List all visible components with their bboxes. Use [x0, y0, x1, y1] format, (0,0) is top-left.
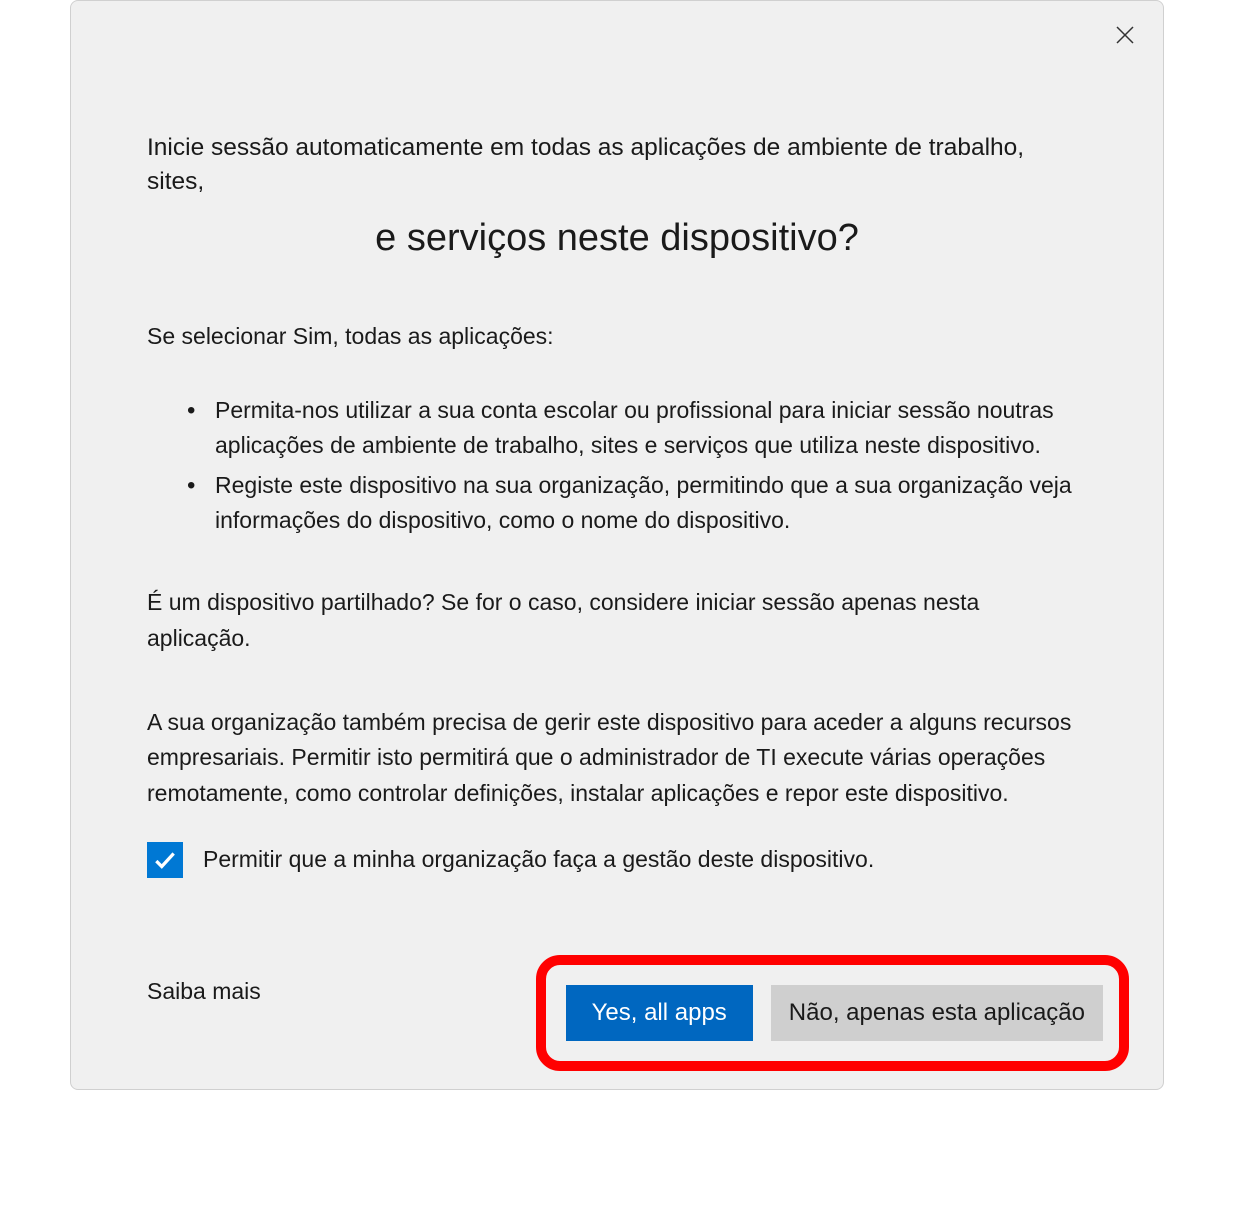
bullet-item: Permita-nos utilizar a sua conta escolar…: [187, 393, 1087, 462]
shared-device-text: É um dispositivo partilhado? Se for o ca…: [147, 585, 1087, 656]
close-button[interactable]: [1109, 19, 1141, 51]
checkmark-icon: [152, 847, 178, 873]
button-highlight-box: Yes, all apps Não, apenas esta aplicação: [536, 955, 1129, 1071]
checkbox-row: Permitir que a minha organização faça a …: [147, 842, 1087, 878]
checkbox-label: Permitir que a minha organização faça a …: [203, 846, 874, 873]
allow-manage-checkbox[interactable]: [147, 842, 183, 878]
close-icon: [1115, 25, 1135, 45]
dialog-subheading: Se selecionar Sim, todas as aplicações:: [147, 319, 1087, 354]
org-manage-text: A sua organização também precisa de geri…: [147, 705, 1087, 812]
dialog-heading-line2: e serviços neste dispositivo?: [147, 214, 1087, 263]
no-this-app-only-button[interactable]: Não, apenas esta aplicação: [771, 985, 1103, 1041]
sign-in-dialog: Inicie sessão automaticamente em todas a…: [70, 0, 1164, 1090]
dialog-content: Inicie sessão automaticamente em todas a…: [91, 21, 1143, 1005]
bullet-item: Registe este dispositivo na sua organiza…: [187, 468, 1087, 537]
yes-all-apps-button[interactable]: Yes, all apps: [566, 985, 753, 1041]
bullet-list: Permita-nos utilizar a sua conta escolar…: [147, 393, 1087, 537]
dialog-heading-line1: Inicie sessão automaticamente em todas a…: [147, 131, 1087, 200]
